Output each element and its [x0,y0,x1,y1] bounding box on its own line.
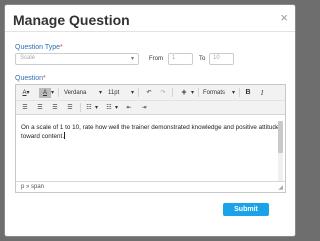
editor-content[interactable]: On a scale of 1 to 10, rate how well the… [21,123,283,141]
bullet-list-icon[interactable]: ☷ [84,103,94,113]
formats-dropdown[interactable]: Formats ▾ [203,88,235,98]
element-path: p » span [21,184,45,190]
chevron-down-icon[interactable]: ▾ [50,88,55,98]
from-input[interactable]: 1 [168,53,193,65]
toolbar-divider [138,88,139,97]
toolbar-divider [198,88,199,97]
manage-question-dialog: Manage Question × Question Type* Scale ▾… [4,4,296,237]
font-color-icon[interactable]: A▾ [20,88,32,98]
align-center-icon[interactable]: ☰ [35,103,45,113]
to-label: To [199,56,206,62]
chevron-down-icon: ▾ [130,56,134,62]
editor-toolbar-row-2: ☰ ☰ ☰ ☰ ☷ ▾ ☷ ▾ ⇤ ⇥ [16,101,285,115]
editor-toolbar-row-1: A▾ A ▾ Verdana ▾ 11pt ▾ ↶ ↷ + ▾ Formats … [16,85,285,101]
chevron-down-icon: ▾ [231,90,235,96]
resize-grip-icon[interactable]: ◢ [278,184,283,191]
question-type-label: Question Type* [15,44,63,51]
chevron-down-icon[interactable]: ▾ [190,88,195,98]
align-right-icon[interactable]: ☰ [50,103,60,113]
undo-icon[interactable]: ↶ [144,88,154,98]
toolbar-divider [58,88,59,97]
align-justify-icon[interactable]: ☰ [65,103,75,113]
toolbar-divider [80,103,81,112]
scrollbar-thumb[interactable] [278,121,283,153]
editor-statusbar: p » span ◢ [16,181,285,192]
chevron-down-icon: ▾ [130,90,134,96]
to-input[interactable]: 10 [209,53,234,65]
required-marker: * [43,75,46,82]
toolbar-divider [172,88,173,97]
chevron-down-icon[interactable]: ▾ [114,103,119,113]
numbered-list-icon[interactable]: ☷ [104,103,114,113]
question-label-text: Question [15,75,44,82]
question-type-select-value: Scale [20,55,36,61]
dialog-header: Manage Question × [5,5,295,32]
formats-label: Formats [203,90,226,96]
required-marker: * [60,44,63,51]
indent-icon[interactable]: ⇥ [139,103,149,113]
font-family-dropdown[interactable]: Verdana ▾ [64,88,102,98]
font-size-value: 11pt [108,90,120,96]
question-text: On a scale of 1 to 10, rate how well the… [21,124,280,140]
from-label: From [149,56,163,62]
question-label: Question* [15,75,46,82]
question-type-label-text: Question Type [15,44,61,51]
align-left-icon[interactable]: ☰ [20,103,30,113]
chevron-down-icon[interactable]: ▾ [94,103,99,113]
outdent-icon[interactable]: ⇤ [124,103,134,113]
bold-button[interactable]: B [244,88,252,98]
submit-button[interactable]: Submit [223,203,269,216]
question-type-select[interactable]: Scale ▾ [15,53,139,65]
chevron-down-icon: ▾ [98,90,102,96]
editor-scrollbar[interactable] [278,121,283,181]
italic-button[interactable]: I [258,88,266,98]
rich-text-editor: A▾ A ▾ Verdana ▾ 11pt ▾ ↶ ↷ + ▾ Formats … [15,84,286,193]
dialog-title: Manage Question [13,12,130,28]
redo-icon[interactable]: ↷ [158,88,168,98]
close-icon[interactable]: × [280,11,288,25]
plus-icon[interactable]: + [177,87,191,97]
font-size-dropdown[interactable]: 11pt ▾ [108,88,134,98]
text-cursor [64,132,66,139]
font-family-value: Verdana [64,90,87,96]
toolbar-divider [239,88,240,97]
